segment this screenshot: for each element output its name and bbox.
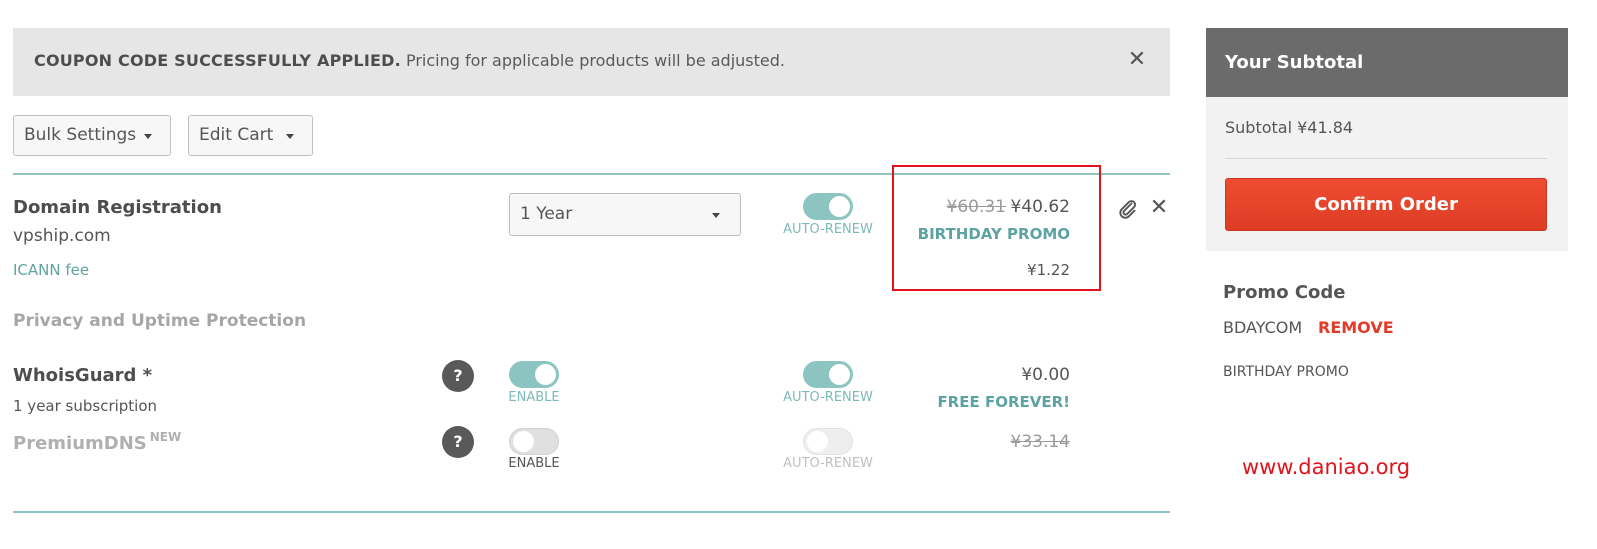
premiumdns-title: PremiumDNS NEW — [13, 430, 181, 454]
toggle-knob — [829, 196, 850, 217]
domain-registration-title: Domain Registration — [13, 197, 222, 218]
subtotal-divider — [1225, 158, 1547, 159]
premiumdns-enable-toggle[interactable] — [509, 428, 559, 455]
paperclip-svg — [1119, 200, 1136, 219]
domain-auto-renew-label: AUTO-RENEW — [783, 222, 873, 237]
promo-description: BIRTHDAY PROMO — [1223, 364, 1349, 380]
alert-title: COUPON CODE SUCCESSFULLY APPLIED. — [34, 51, 401, 70]
whoisguard-free-note: FREE FOREVER! — [937, 393, 1070, 411]
edit-cart-dropdown[interactable]: Edit Cart — [188, 115, 313, 156]
premiumdns-help-icon[interactable]: ? — [442, 426, 474, 458]
alert-message: Pricing for applicable products will be … — [405, 51, 785, 70]
premiumdns-enable-label: ENABLE — [508, 456, 560, 471]
domain-auto-renew-toggle[interactable] — [803, 193, 853, 220]
toggle-knob — [535, 364, 556, 385]
promo-remove-link[interactable]: REMOVE — [1318, 318, 1394, 337]
whoisguard-enable-toggle[interactable] — [509, 361, 559, 388]
chevron-down-icon — [712, 213, 720, 218]
whoisguard-title: WhoisGuard * — [13, 365, 153, 386]
confirm-order-button[interactable]: Confirm Order — [1225, 178, 1547, 231]
domain-name: vpship.com — [13, 226, 111, 246]
premiumdns-price: ¥33.14 — [1010, 432, 1070, 452]
period-select[interactable]: 1 Year — [509, 193, 741, 236]
alert-text: COUPON CODE SUCCESSFULLY APPLIED. Pricin… — [34, 51, 785, 70]
promo-code-title: Promo Code — [1223, 282, 1346, 303]
toggle-knob — [829, 364, 850, 385]
subtotal-value: Subtotal ¥41.84 — [1225, 118, 1354, 137]
whoisguard-subtitle: 1 year subscription — [13, 397, 158, 415]
bulk-settings-label: Bulk Settings — [24, 125, 137, 145]
premiumdns-auto-renew-toggle[interactable] — [803, 428, 853, 455]
new-badge: NEW — [149, 430, 182, 444]
toggle-knob — [807, 431, 828, 452]
bulk-settings-dropdown[interactable]: Bulk Settings — [13, 115, 171, 156]
price-highlight-box — [892, 165, 1101, 291]
chevron-down-icon — [286, 134, 294, 139]
icann-fee-link[interactable]: ICANN fee — [13, 261, 89, 279]
divider-bottom — [13, 511, 1170, 513]
whoisguard-auto-renew-label: AUTO-RENEW — [783, 390, 873, 405]
watermark-text: www.daniao.org — [1242, 455, 1411, 479]
toggle-knob — [513, 431, 534, 452]
paperclip-icon[interactable] — [1117, 198, 1139, 220]
whoisguard-price: ¥0.00 — [1021, 365, 1070, 385]
whoisguard-auto-renew-toggle[interactable] — [803, 361, 853, 388]
period-value: 1 Year — [520, 204, 573, 224]
subtotal-header: Your Subtotal — [1206, 28, 1568, 97]
protection-section-title: Privacy and Uptime Protection — [13, 311, 307, 331]
premiumdns-name: PremiumDNS — [13, 433, 147, 454]
edit-cart-label: Edit Cart — [199, 125, 274, 145]
remove-item-icon[interactable]: ✕ — [1149, 197, 1169, 219]
whoisguard-help-icon[interactable]: ? — [442, 360, 474, 392]
premiumdns-auto-renew-label: AUTO-RENEW — [783, 456, 873, 471]
close-icon[interactable]: ✕ — [1126, 49, 1148, 71]
whoisguard-enable-label: ENABLE — [508, 390, 560, 405]
chevron-down-icon — [144, 134, 152, 139]
promo-code-value: BDAYCOM — [1223, 318, 1303, 337]
